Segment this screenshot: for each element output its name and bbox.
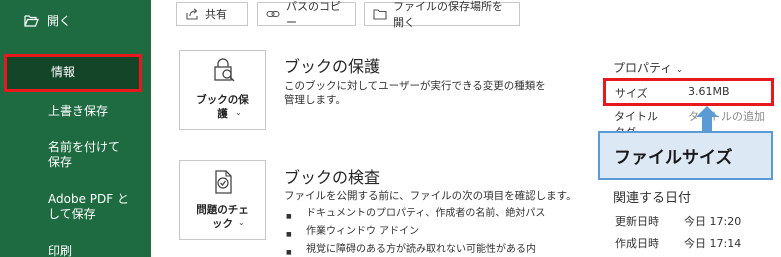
check-for-issues-tile-label: 問題のチェック (196, 204, 249, 230)
inspect-workbook-title: ブックの検査 (284, 168, 381, 187)
copy-path-button-label: パスのコピー (286, 0, 341, 29)
folder-icon (373, 9, 387, 20)
modified-label: 更新日時 (615, 215, 659, 228)
protect-workbook-description: このブックに対してユーザーが実行できる変更の種類を管理します。 (284, 80, 546, 106)
sidebar-item-open[interactable]: 開く (24, 10, 71, 30)
protect-workbook-button[interactable]: ブックの保護 ⌄ (179, 50, 266, 130)
chevron-down-icon: ⌄ (235, 108, 242, 117)
arrow-up-icon (696, 106, 718, 133)
created-label: 作成日時 (615, 237, 659, 250)
protect-workbook-title: ブックの保護 (284, 57, 381, 76)
size-value: 3.61MB (688, 85, 730, 98)
file-size-callout: ファイルサイズ (598, 131, 773, 180)
sidebar-item-label: 印刷 (48, 244, 73, 257)
related-dates-heading: 関連する日付 (613, 191, 692, 206)
sidebar-item-save[interactable]: 上書き保存 (48, 104, 108, 119)
sidebar-item-label: 情報 (51, 65, 76, 79)
inspect-workbook-description: ファイルを公開する前に、ファイルの次の項目を確認します。 (284, 190, 577, 202)
check-for-issues-button[interactable]: 問題のチェック ⌄ (179, 160, 266, 240)
properties-heading: プロパティ (613, 61, 673, 75)
created-value: 今日 17:14 (684, 237, 742, 250)
list-item: 作業ウィンドウ アドイン (286, 225, 420, 241)
share-icon (186, 8, 198, 20)
list-item-text: 作業ウィンドウ アドイン (306, 226, 420, 237)
backstage-sidebar: 開く 情報 上書き保存 名前を付けて保存 Adobe PDF として保存 印刷 (0, 0, 151, 257)
tags-label: タグ (614, 124, 636, 131)
copy-path-button[interactable]: パスのコピー (257, 0, 356, 29)
size-label: サイズ (615, 87, 648, 100)
share-button-label: 共有 (205, 8, 227, 21)
properties-dropdown[interactable]: プロパティ ⌄ (613, 59, 683, 76)
document-check-icon (215, 170, 232, 194)
sidebar-item-label: 開く (47, 13, 72, 28)
chevron-down-icon: ⌄ (676, 65, 683, 74)
list-item-text: ドキュメントのプロパティ、作成者の名前、絶対パス (306, 208, 546, 219)
callout-label: ファイルサイズ (614, 148, 733, 168)
folder-open-icon (24, 14, 39, 27)
link-icon (266, 10, 280, 18)
sidebar-item-label: 上書き保存 (48, 104, 109, 118)
sidebar-item-save-as[interactable]: 名前を付けて保存 (48, 140, 124, 170)
protect-workbook-tile-label: ブックの保護 (196, 94, 249, 120)
sidebar-item-info[interactable]: 情報 (4, 54, 142, 92)
sidebar-item-print[interactable]: 印刷 (48, 244, 72, 257)
list-item: 視覚に障碍のある方が読み取れない可能性がある内 (286, 243, 536, 257)
list-item-text: 視覚に障碍のある方が読み取れない可能性がある内 (306, 244, 536, 255)
open-file-location-button[interactable]: ファイルの保存場所を開く (364, 0, 520, 29)
open-file-location-button-label: ファイルの保存場所を開く (393, 0, 503, 29)
list-item: ドキュメントのプロパティ、作成者の名前、絶対パス (286, 207, 546, 223)
share-button[interactable]: 共有 (176, 2, 248, 26)
sidebar-item-label: Adobe PDF として保存 (48, 192, 129, 221)
sidebar-item-save-as-pdf[interactable]: Adobe PDF として保存 (48, 192, 132, 222)
title-label: タイトル (614, 110, 658, 123)
sidebar-item-label: 名前を付けて保存 (48, 140, 121, 169)
modified-value: 今日 17:20 (684, 215, 742, 228)
lock-magnifier-icon (214, 58, 235, 82)
chevron-down-icon: ⌄ (238, 218, 245, 227)
